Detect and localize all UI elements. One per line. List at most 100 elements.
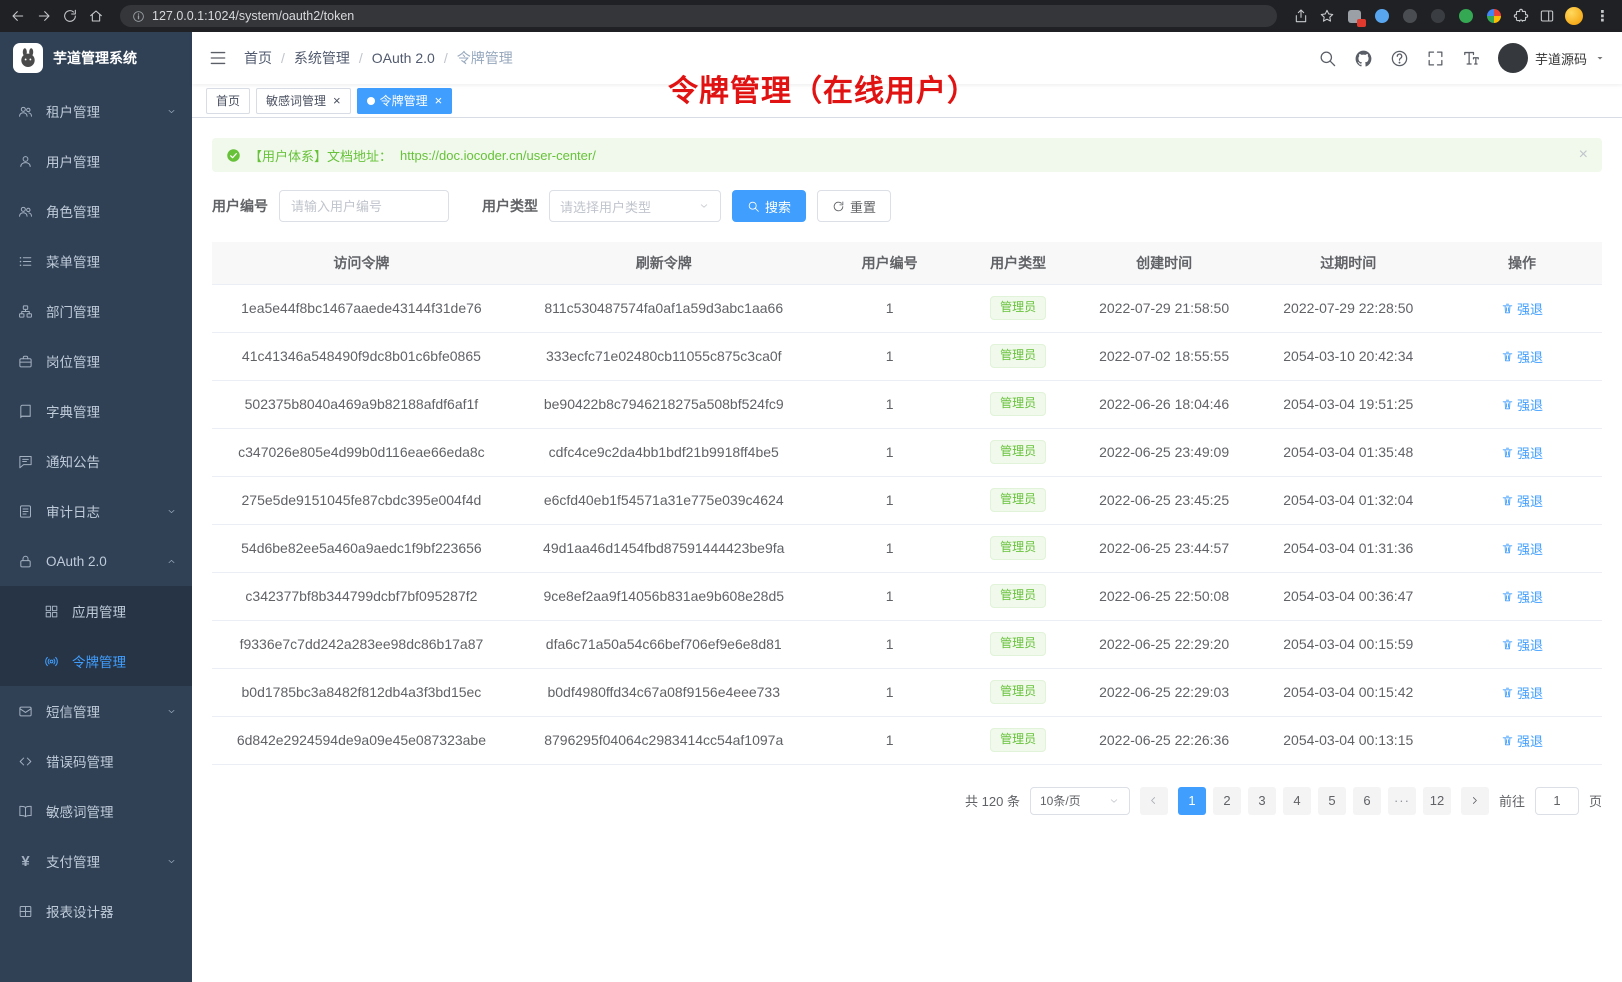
user-type-select[interactable]: 请选择用户类型 — [549, 190, 721, 222]
tab-close-icon[interactable]: × — [435, 94, 443, 107]
reset-button[interactable]: 重置 — [817, 190, 891, 222]
sidebar-item-dept[interactable]: 部门管理 — [0, 286, 192, 336]
sidebar-item-notice[interactable]: 通知公告 — [0, 436, 192, 486]
extension-icon-dark-1[interactable] — [1401, 7, 1419, 25]
extension-icon-badged[interactable] — [1345, 7, 1363, 25]
page-button-5[interactable]: 5 — [1318, 787, 1346, 815]
breadcrumb-item[interactable]: OAuth 2.0 — [372, 50, 435, 66]
app-logo[interactable]: 芋道管理系统 — [0, 32, 192, 84]
sidebar-item-audit-log[interactable]: 审计日志 — [0, 486, 192, 536]
fullscreen-icon[interactable] — [1426, 49, 1445, 68]
chevron-down-icon — [166, 706, 177, 717]
sidebar-item-label: 岗位管理 — [46, 351, 100, 371]
tab-token[interactable]: 令牌管理× — [357, 88, 453, 114]
force-logout-button[interactable]: 强退 — [1501, 491, 1543, 510]
user-type-badge: 管理员 — [990, 440, 1046, 464]
cell-user-type: 管理员 — [963, 284, 1074, 332]
extensions-puzzle-icon[interactable] — [1513, 8, 1529, 24]
force-logout-button[interactable]: 强退 — [1501, 347, 1543, 366]
sidebar-item-user[interactable]: 用户管理 — [0, 136, 192, 186]
user-menu[interactable]: 芋道源码 — [1498, 43, 1606, 73]
browser-chrome: 127.0.0.1:1024/system/oauth2/token ⋮ — [0, 0, 1622, 32]
bookmark-star-icon[interactable] — [1319, 8, 1335, 24]
force-logout-button[interactable]: 强退 — [1501, 683, 1543, 702]
chevron-right-icon — [1468, 794, 1481, 807]
sidebar-item-sms[interactable]: 短信管理 — [0, 686, 192, 736]
sidebar-item-oauth[interactable]: OAuth 2.0 — [0, 536, 192, 586]
page-button-3[interactable]: 3 — [1248, 787, 1276, 815]
trash-icon — [1501, 590, 1514, 603]
extension-icon-green[interactable] — [1457, 7, 1475, 25]
force-logout-button[interactable]: 强退 — [1501, 731, 1543, 750]
sidebar-item-error-code[interactable]: 错误码管理 — [0, 736, 192, 786]
sidebar-collapse-icon[interactable] — [208, 48, 228, 68]
help-icon[interactable] — [1390, 49, 1409, 68]
back-icon[interactable] — [10, 8, 26, 24]
page-button-1[interactable]: 1 — [1178, 787, 1206, 815]
extension-icon-blue[interactable] — [1373, 7, 1391, 25]
breadcrumb-separator: / — [359, 50, 363, 66]
sidebar-item-dict[interactable]: 字典管理 — [0, 386, 192, 436]
more-pages-button[interactable]: ··· — [1388, 787, 1416, 815]
sidebar-item-post[interactable]: 岗位管理 — [0, 336, 192, 386]
sidebar-item-menu[interactable]: 菜单管理 — [0, 236, 192, 286]
cell-refresh-token: 49d1aa46d1454fbd87591444423be9fa — [511, 524, 817, 572]
goto-label: 前往 — [1499, 791, 1525, 810]
cell-user-type: 管理员 — [963, 428, 1074, 476]
alert-close-icon[interactable]: × — [1579, 147, 1588, 163]
tab-close-icon[interactable]: × — [333, 94, 341, 107]
search-icon[interactable] — [1318, 49, 1337, 68]
home-icon[interactable] — [88, 8, 104, 24]
force-logout-button[interactable]: 强退 — [1501, 539, 1543, 558]
page-button-4[interactable]: 4 — [1283, 787, 1311, 815]
font-size-icon[interactable] — [1462, 49, 1481, 68]
extension-icon-dark-2[interactable] — [1429, 7, 1447, 25]
browser-menu-icon[interactable]: ⋮ — [1593, 9, 1612, 24]
page-button-6[interactable]: 6 — [1353, 787, 1381, 815]
sidebar-item-report[interactable]: 报表设计器 — [0, 886, 192, 936]
cell-user-id: 1 — [817, 668, 963, 716]
trash-icon — [1501, 638, 1514, 651]
site-info-icon[interactable] — [132, 10, 145, 23]
tab-home[interactable]: 首页 — [206, 88, 250, 114]
alert-link[interactable]: https://doc.iocoder.cn/user-center/ — [400, 148, 596, 163]
page-size-select[interactable]: 10条/页 — [1030, 787, 1130, 815]
sidebar-item-sensitive-word[interactable]: 敏感词管理 — [0, 786, 192, 836]
force-logout-button[interactable]: 强退 — [1501, 587, 1543, 606]
share-icon[interactable] — [1293, 8, 1309, 24]
cell-refresh-token: e6cfd40eb1f54571a31e775e039c4624 — [511, 476, 817, 524]
browser-profile-avatar[interactable] — [1565, 7, 1583, 25]
sidebar-panel-icon[interactable] — [1539, 8, 1555, 24]
goto-page-input[interactable] — [1535, 787, 1579, 815]
search-button[interactable]: 搜索 — [732, 190, 806, 222]
user-id-input[interactable] — [279, 190, 449, 222]
cell-actions: 强退 — [1442, 380, 1602, 428]
prev-page-button[interactable] — [1140, 787, 1168, 815]
url-bar[interactable]: 127.0.0.1:1024/system/oauth2/token — [120, 5, 1277, 27]
force-logout-button[interactable]: 强退 — [1501, 395, 1543, 414]
breadcrumb-item[interactable]: 首页 — [244, 48, 272, 68]
sidebar-item-pay[interactable]: ¥支付管理 — [0, 836, 192, 886]
cell-access-token: f9336e7c7dd242a283ee98dc86b17a87 — [212, 620, 511, 668]
next-page-button[interactable] — [1461, 787, 1489, 815]
extension-icon-pinwheel[interactable] — [1485, 7, 1503, 25]
reload-icon[interactable] — [62, 8, 78, 24]
sidebar-item-role[interactable]: 角色管理 — [0, 186, 192, 236]
page-button-12[interactable]: 12 — [1423, 787, 1451, 815]
force-logout-button[interactable]: 强退 — [1501, 299, 1543, 318]
chevron-down-icon — [166, 106, 177, 117]
cell-created-time: 2022-06-25 23:44:57 — [1074, 524, 1255, 572]
user-id-label: 用户编号 — [212, 196, 268, 216]
page-button-2[interactable]: 2 — [1213, 787, 1241, 815]
sidebar-item-tenant[interactable]: 租户管理 — [0, 86, 192, 136]
github-icon[interactable] — [1354, 49, 1373, 68]
force-logout-label: 强退 — [1517, 347, 1543, 366]
tab-sensitive-word[interactable]: 敏感词管理× — [256, 88, 351, 114]
user-type-label: 用户类型 — [482, 196, 538, 216]
sidebar-item-token[interactable]: 令牌管理 — [0, 636, 192, 686]
sidebar-item-app[interactable]: 应用管理 — [0, 586, 192, 636]
force-logout-button[interactable]: 强退 — [1501, 635, 1543, 654]
force-logout-button[interactable]: 强退 — [1501, 443, 1543, 462]
breadcrumb-item[interactable]: 系统管理 — [294, 48, 350, 68]
forward-icon[interactable] — [36, 8, 52, 24]
